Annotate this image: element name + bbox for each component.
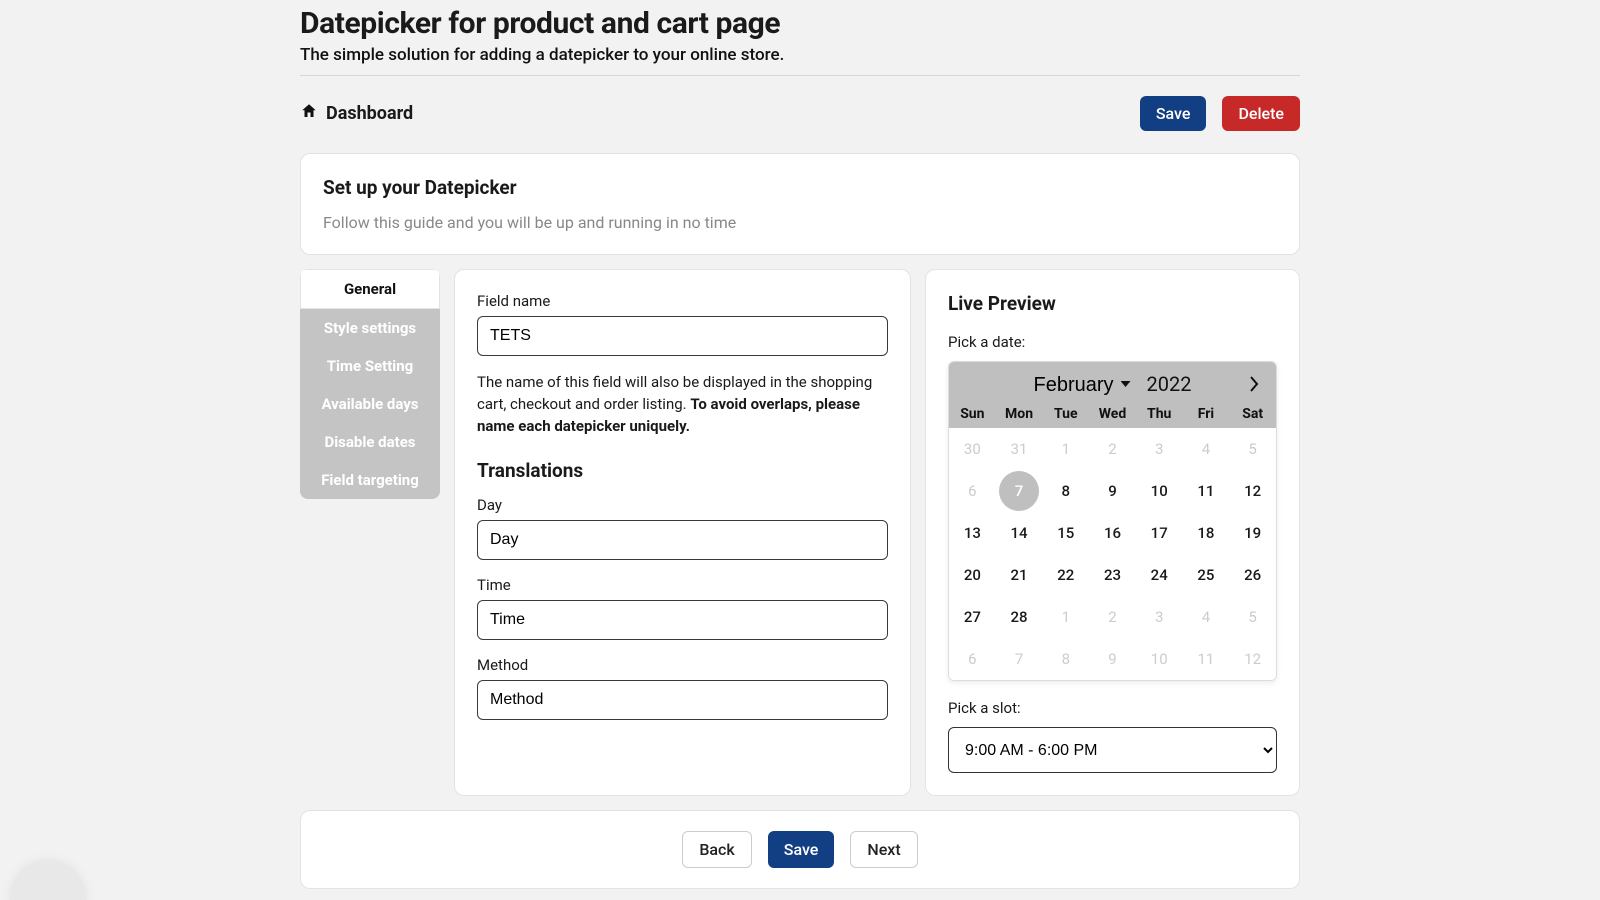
calendar-day: 12: [1229, 638, 1276, 680]
calendar-day[interactable]: 10: [1136, 470, 1183, 512]
tab-general[interactable]: General: [300, 269, 440, 309]
dashboard-label: Dashboard: [326, 103, 413, 124]
calendar-day: 5: [1229, 596, 1276, 638]
calendar-day: 6: [949, 470, 996, 512]
tab-field-targeting[interactable]: Field targeting: [300, 461, 440, 499]
calendar-day[interactable]: 15: [1042, 512, 1089, 554]
form-card: Field name The name of this field will a…: [454, 269, 911, 796]
calendar-day[interactable]: 16: [1089, 512, 1136, 554]
time-label: Time: [477, 576, 888, 594]
dow-label: Wed: [1089, 406, 1136, 422]
save-button-footer[interactable]: Save: [768, 831, 835, 868]
calendar-day: 6: [949, 638, 996, 680]
pick-date-label: Pick a date:: [948, 333, 1277, 351]
calendar-day[interactable]: 9: [1089, 470, 1136, 512]
calendar-day[interactable]: 22: [1042, 554, 1089, 596]
calendar-day: 2: [1089, 428, 1136, 470]
calendar-day: 4: [1183, 596, 1230, 638]
calendar-day: 3: [1136, 596, 1183, 638]
save-button[interactable]: Save: [1140, 96, 1207, 131]
preview-card: Live Preview Pick a date: February 2022: [925, 269, 1300, 796]
setup-hint: Follow this guide and you will be up and…: [323, 213, 1277, 232]
next-month-button[interactable]: [1244, 374, 1264, 394]
day-input[interactable]: [477, 520, 888, 560]
calendar-day: 4: [1183, 428, 1230, 470]
tab-style-settings[interactable]: Style settings: [300, 309, 440, 347]
calendar-day: 1: [1042, 428, 1089, 470]
time-input[interactable]: [477, 600, 888, 640]
calendar-day[interactable]: 17: [1136, 512, 1183, 554]
chat-bubble[interactable]: [12, 862, 84, 900]
next-button[interactable]: Next: [850, 831, 917, 868]
method-label: Method: [477, 656, 888, 674]
calendar-day[interactable]: 8: [1042, 470, 1089, 512]
home-icon: [300, 102, 318, 125]
dow-label: Fri: [1183, 406, 1230, 422]
calendar-day[interactable]: 11: [1183, 470, 1230, 512]
tab-disable-dates[interactable]: Disable dates: [300, 423, 440, 461]
calendar-day[interactable]: 24: [1136, 554, 1183, 596]
dow-label: Tue: [1042, 406, 1089, 422]
calendar-day: 7: [996, 638, 1043, 680]
dow-label: Sat: [1229, 406, 1276, 422]
calendar-day: 3: [1136, 428, 1183, 470]
year-label: 2022: [1147, 372, 1192, 396]
field-name-label: Field name: [477, 292, 888, 310]
calendar-day[interactable]: 19: [1229, 512, 1276, 554]
dow-label: Sun: [949, 406, 996, 422]
calendar-day: 1: [1042, 596, 1089, 638]
back-button[interactable]: Back: [682, 831, 751, 868]
calendar-day[interactable]: 21: [996, 554, 1043, 596]
tab-time-setting[interactable]: Time Setting: [300, 347, 440, 385]
translations-heading: Translations: [477, 459, 888, 482]
page-subtitle: The simple solution for adding a datepic…: [300, 45, 1300, 76]
calendar-day: 9: [1089, 638, 1136, 680]
calendar-day[interactable]: 27: [949, 596, 996, 638]
calendar-day[interactable]: 26: [1229, 554, 1276, 596]
calendar: February 2022 SunMonTueWedThuFriSat 3031…: [948, 361, 1277, 681]
calendar-day[interactable]: 23: [1089, 554, 1136, 596]
chevron-right-icon: [1249, 376, 1259, 392]
calendar-day: 5: [1229, 428, 1276, 470]
calendar-day[interactable]: 25: [1183, 554, 1230, 596]
method-input[interactable]: [477, 680, 888, 720]
calendar-day: 31: [996, 428, 1043, 470]
calendar-day[interactable]: 18: [1183, 512, 1230, 554]
calendar-day: 10: [1136, 638, 1183, 680]
calendar-day: 11: [1183, 638, 1230, 680]
field-name-input[interactable]: [477, 316, 888, 356]
calendar-day: 8: [1042, 638, 1089, 680]
calendar-day: 30: [949, 428, 996, 470]
dow-label: Thu: [1136, 406, 1183, 422]
tabs: GeneralStyle settingsTime SettingAvailab…: [300, 269, 440, 499]
month-select[interactable]: February: [1034, 374, 1137, 396]
footer-card: Back Save Next: [300, 810, 1300, 889]
preview-title: Live Preview: [948, 292, 1277, 315]
pick-slot-label: Pick a slot:: [948, 699, 1277, 717]
dashboard-link[interactable]: Dashboard: [300, 102, 413, 125]
calendar-day: 2: [1089, 596, 1136, 638]
calendar-day[interactable]: 12: [1229, 470, 1276, 512]
setup-card: Set up your Datepicker Follow this guide…: [300, 153, 1300, 255]
calendar-day[interactable]: 14: [996, 512, 1043, 554]
calendar-day[interactable]: 20: [949, 554, 996, 596]
calendar-day[interactable]: 28: [996, 596, 1043, 638]
calendar-day[interactable]: 7: [996, 470, 1043, 512]
setup-title: Set up your Datepicker: [323, 176, 1277, 199]
page-title: Datepicker for product and cart page: [300, 6, 1300, 41]
tab-available-days[interactable]: Available days: [300, 385, 440, 423]
delete-button[interactable]: Delete: [1222, 96, 1300, 131]
calendar-day[interactable]: 13: [949, 512, 996, 554]
day-label: Day: [477, 496, 888, 514]
slot-select[interactable]: 9:00 AM - 6:00 PM: [948, 727, 1277, 773]
dow-label: Mon: [996, 406, 1043, 422]
field-name-help: The name of this field will also be disp…: [477, 372, 888, 437]
